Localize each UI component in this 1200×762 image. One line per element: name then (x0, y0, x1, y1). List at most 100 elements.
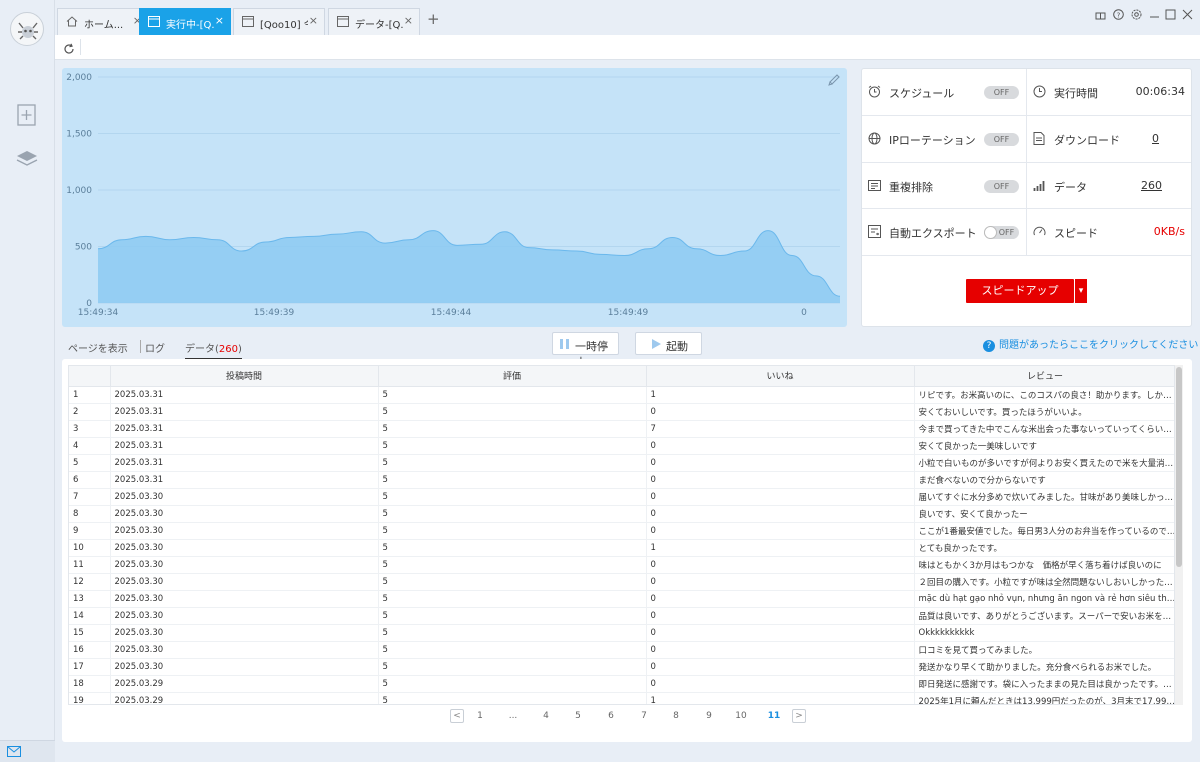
x-tick-label: 15:49:44 (431, 308, 472, 318)
auto-export-toggle[interactable]: OFF (984, 226, 1019, 239)
refresh-icon[interactable] (63, 40, 75, 59)
column-header[interactable]: 投稿時間 (110, 366, 379, 387)
page-icon (148, 16, 160, 30)
page-number[interactable]: 1 (470, 711, 490, 721)
tab-data-view[interactable]: データ(260) (185, 340, 242, 359)
table-row[interactable]: 5 2025.03.31 5 0 小粒で白いものが多いですが何よりお安く買えたので米を大… (69, 454, 1174, 472)
tab-data[interactable]: データ-[Q... × (328, 8, 420, 35)
table-cell: 1 (646, 539, 915, 557)
new-task-icon[interactable] (16, 104, 38, 126)
help-icon[interactable]: ? (1113, 9, 1124, 23)
close-icon[interactable]: × (215, 14, 224, 27)
table-cell: 2025.03.30 (110, 590, 379, 608)
data-count[interactable]: 260 (1141, 179, 1162, 192)
add-tab-button[interactable]: + (427, 10, 440, 28)
tab-qoo10[interactable]: [Qoo10] 今... × (233, 8, 325, 35)
file-icon (1033, 132, 1045, 148)
table-cell: 0 (646, 624, 915, 642)
gift-icon[interactable] (1095, 9, 1106, 23)
table-cell: 安くておいしいです。買ったほうがいいよ。 (914, 403, 1174, 421)
table-row[interactable]: 17 2025.03.30 5 0 発送かなり早くて助かりました。充分食べられるお米でし… (69, 658, 1174, 676)
page-number[interactable]: 8 (666, 711, 686, 721)
mail-button[interactable] (0, 740, 55, 762)
help-link[interactable]: ? 問題があったらここをクリックしてください (983, 336, 1198, 352)
table-row[interactable]: 19 2025.03.29 5 1 2025年1月に頼んだときは13,999円だったのが… (69, 692, 1174, 704)
auto-export-row: 自動エクスポート OFF (862, 209, 1026, 256)
table-cell: 10 (69, 539, 111, 557)
ip-rotation-toggle[interactable]: OFF (984, 133, 1019, 146)
table-cell: 今まで買ってきた中でこんな米出会った事ないっていってくらい最悪でした... (914, 420, 1174, 438)
page-number[interactable]: 7 (634, 711, 654, 721)
table-row[interactable]: 2 2025.03.31 5 0 安くておいしいです。買ったほうがいいよ。 (69, 403, 1174, 421)
vertical-scrollbar[interactable] (1175, 365, 1183, 705)
column-header[interactable]: いいね (646, 366, 915, 387)
table-cell: 5 (378, 403, 647, 421)
table-row[interactable]: 16 2025.03.30 5 0 口コミを見て買ってみました。 (69, 641, 1174, 659)
close-icon[interactable]: × (404, 14, 413, 27)
download-count[interactable]: 0 (1152, 132, 1159, 145)
table-row[interactable]: 14 2025.03.30 5 0 品質は良いです、ありがとうございます。スーパーで安い… (69, 607, 1174, 625)
page-number[interactable]: 10 (731, 711, 751, 721)
table-cell: 5 (378, 522, 647, 540)
page-number[interactable]: 9 (699, 711, 719, 721)
table-row[interactable]: 11 2025.03.30 5 0 味はともかく3か月はもつかな 価格が早く落ち着けば良… (69, 556, 1174, 574)
table-cell: 5 (69, 454, 111, 472)
scroll-thumb[interactable] (1176, 367, 1182, 567)
table-cell: ここが1番最安値でした。毎日男3人分のお弁当を作っているので大変... (914, 522, 1174, 540)
table-row[interactable]: 18 2025.03.29 5 0 即日発送に感謝です。袋に入ったままの見た目は良かった… (69, 675, 1174, 693)
tab-log[interactable]: ログ (145, 340, 165, 355)
table-cell: 2025.03.29 (110, 692, 379, 704)
page-number[interactable]: 6 (601, 711, 621, 721)
clock-icon (1033, 85, 1046, 101)
table-cell: 5 (378, 437, 647, 455)
tab-running[interactable]: 実行中-[Q... × (139, 8, 231, 35)
table-cell: 0 (646, 454, 915, 472)
start-button[interactable]: 起動 (635, 332, 702, 355)
table-row[interactable]: 8 2025.03.30 5 0 良いです、安くて良かったー (69, 505, 1174, 523)
table-cell: 2 (69, 403, 111, 421)
table-cell: 3 (69, 420, 111, 438)
tab-home[interactable]: ホーム... × (57, 8, 149, 35)
table-row[interactable]: 9 2025.03.30 5 0 ここが1番最安値でした。毎日男3人分のお弁当を作ってい… (69, 522, 1174, 540)
close-icon[interactable]: × (309, 14, 318, 27)
table-row[interactable]: 7 2025.03.30 5 0 届いてすぐに水分多めで炊いてみました。甘味があり美味し… (69, 488, 1174, 506)
prev-page-button[interactable]: < (450, 709, 464, 723)
table-row[interactable]: 12 2025.03.30 5 0 ２回目の購入です。小粒ですが味は全然問題ないしおいし… (69, 573, 1174, 591)
column-header[interactable]: 評価 (378, 366, 647, 387)
pause-icon (559, 338, 570, 353)
table-cell: 5 (378, 624, 647, 642)
minimize-icon[interactable] (1149, 9, 1160, 23)
app-window: ホーム... × 実行中-[Q... × [Qoo10] 今... × データ-… (0, 0, 1200, 762)
table-row[interactable]: 6 2025.03.31 5 0 まだ食べないので分からないです (69, 471, 1174, 489)
dedupe-toggle[interactable]: OFF (984, 180, 1019, 193)
table-row[interactable]: 4 2025.03.31 5 0 安くて良かった一美味しいです (69, 437, 1174, 455)
page-number[interactable]: 11 (764, 711, 784, 721)
schedule-toggle[interactable]: OFF (984, 86, 1019, 99)
speed-label: スピード (1054, 227, 1098, 240)
column-header[interactable] (69, 366, 111, 387)
table-row[interactable]: 1 2025.03.31 5 1 リピです。お米高いのに、このコスパの良さ！助かります。… (69, 386, 1174, 404)
table-cell: 小粒で白いものが多いですが何よりお安く買えたので米を大量消費す... (914, 454, 1174, 472)
column-header[interactable]: レビュー (914, 366, 1174, 387)
table-row[interactable]: 10 2025.03.30 5 1 とても良かったです。 (69, 539, 1174, 557)
tab-show-page[interactable]: ページを表示 (68, 340, 128, 355)
settings-icon[interactable] (1131, 9, 1142, 23)
table-cell: 5 (378, 505, 647, 523)
window-close-icon[interactable] (1182, 9, 1193, 23)
table-cell: 2025.03.30 (110, 556, 379, 574)
table-row[interactable]: 3 2025.03.31 5 7 今まで買ってきた中でこんな米出会った事ないっていってく… (69, 420, 1174, 438)
table-row[interactable]: 13 2025.03.30 5 0 mặc dù hạt gạo nhỏ vụn, nh… (69, 590, 1174, 608)
pause-button[interactable]: 一時停止 (552, 332, 619, 369)
chevron-down-icon[interactable]: ▾ (1075, 279, 1087, 303)
maximize-icon[interactable] (1165, 9, 1176, 23)
table-row[interactable]: 15 2025.03.30 5 0 Okkkkkkkkkk (69, 624, 1174, 642)
table-cell: 0 (646, 403, 915, 421)
data-table-panel: 投稿時間 評価 いいね レビュー 1 2025.03.31 5 1 リピです。お米高いのに、こ… (62, 359, 1192, 742)
speed-up-button[interactable]: スピードアップ (966, 279, 1074, 303)
table-cell: 2025.03.30 (110, 641, 379, 659)
page-number[interactable]: 5 (568, 711, 588, 721)
next-page-button[interactable]: > (792, 709, 806, 723)
layers-icon[interactable] (16, 148, 38, 170)
page-number[interactable]: 4 (536, 711, 556, 721)
table-cell: 0 (646, 675, 915, 693)
